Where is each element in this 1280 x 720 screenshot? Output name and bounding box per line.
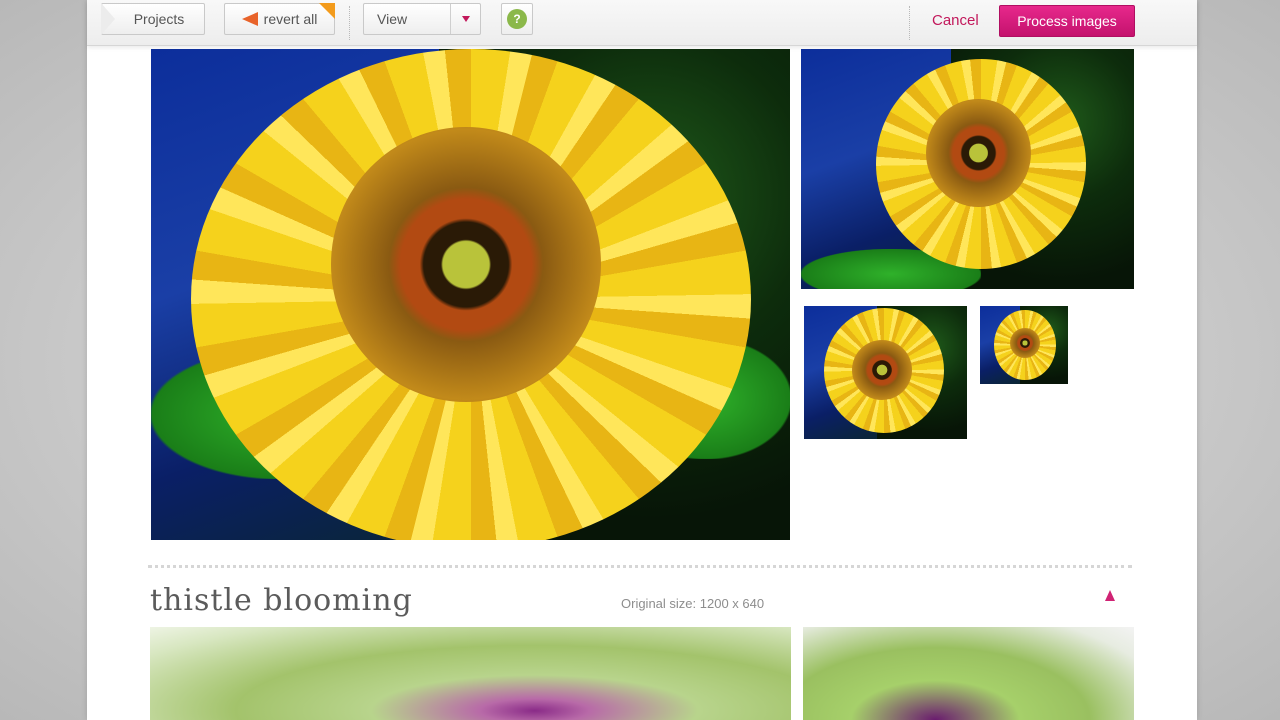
help-icon: ?: [507, 9, 527, 29]
revert-all-label: revert all: [263, 11, 318, 27]
sunflower-disk: [926, 99, 1031, 207]
thumbnail-small[interactable]: [980, 306, 1068, 384]
chevron-down-icon: [461, 16, 470, 22]
triangle-up-icon[interactable]: [1105, 590, 1115, 601]
thistle-thumbnail-large[interactable]: [803, 627, 1134, 720]
toolbar-divider: [349, 6, 350, 40]
view-dropdown[interactable]: View: [363, 3, 481, 35]
sunflower-disk: [331, 127, 601, 402]
revert-arrow-icon: [241, 12, 258, 26]
section-title: thistle blooming: [150, 583, 413, 618]
cancel-link[interactable]: Cancel: [932, 12, 979, 29]
projects-label: Projects: [133, 11, 185, 27]
section-divider: [148, 565, 1132, 568]
sunflower-disk: [1010, 328, 1040, 358]
thistle-main-preview-image[interactable]: [150, 627, 791, 720]
toolbar: Projects revert all View ? Cancel Proces…: [87, 0, 1197, 46]
back-arrow-icon: [101, 3, 115, 35]
projects-back-button[interactable]: Projects: [101, 3, 205, 35]
view-label: View: [377, 11, 408, 27]
corner-flag-icon: [319, 3, 335, 19]
view-dropdown-toggle[interactable]: [450, 4, 480, 34]
sunflower-disk: [852, 340, 912, 400]
original-size-label: Original size: 1200 x 640: [621, 596, 765, 611]
revert-all-button[interactable]: revert all: [224, 3, 335, 35]
process-images-button[interactable]: Process images: [999, 5, 1135, 37]
thumbnail-large[interactable]: [801, 49, 1134, 289]
help-button[interactable]: ?: [501, 3, 533, 35]
toolbar-divider: [909, 6, 910, 40]
main-preview-image[interactable]: [151, 49, 790, 540]
thumbnail-medium[interactable]: [804, 306, 967, 439]
